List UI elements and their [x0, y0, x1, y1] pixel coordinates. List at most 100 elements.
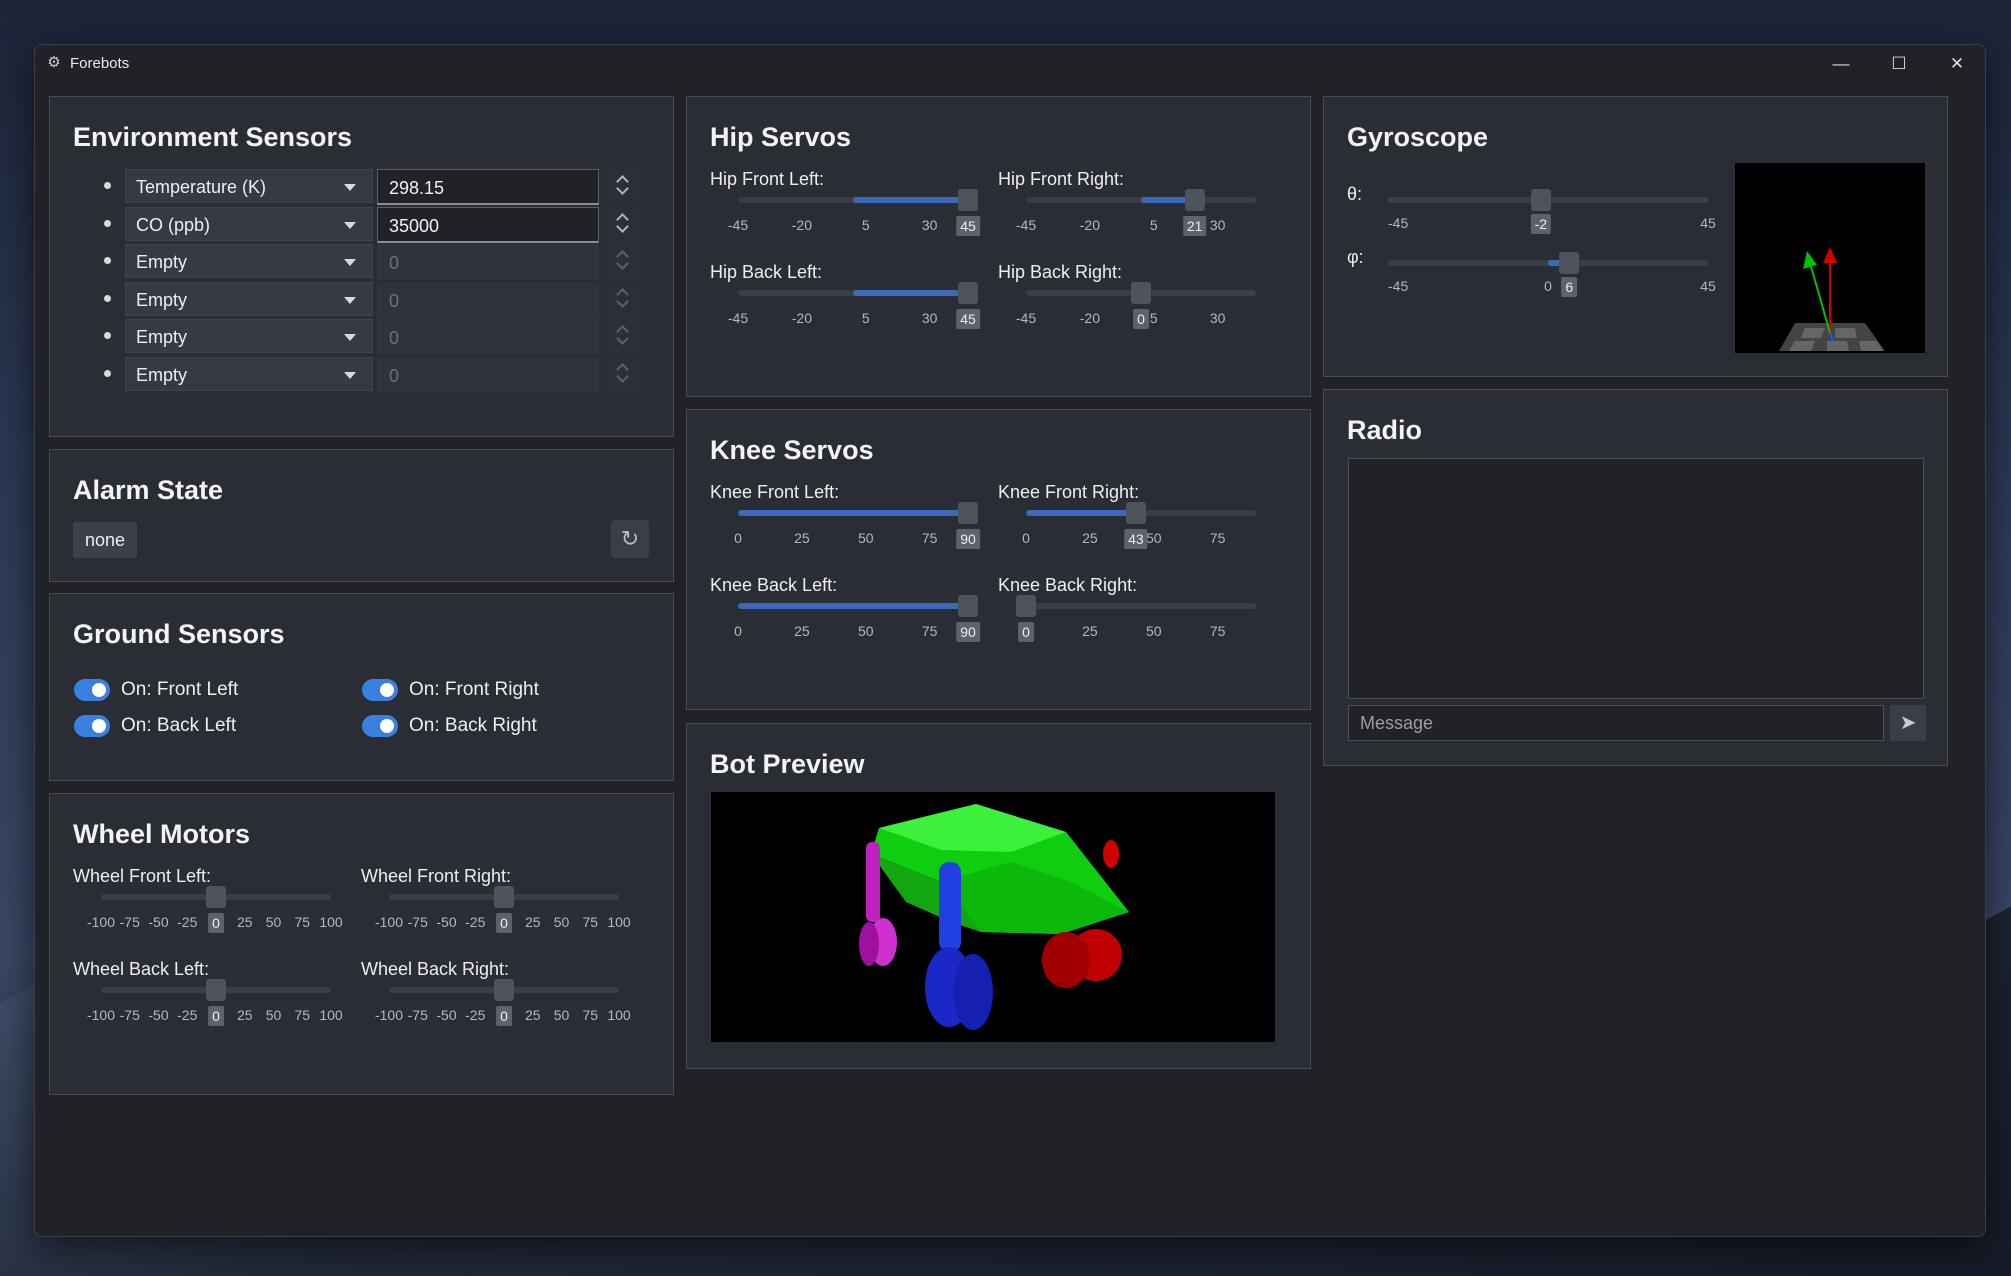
close-icon[interactable]: ✕: [1928, 45, 1985, 83]
tick-label: 75: [582, 914, 599, 930]
slider-track[interactable]: [738, 502, 978, 524]
tick-label: 0: [734, 623, 742, 639]
sensor-value-field[interactable]: 0: [377, 244, 599, 280]
toggle-switch[interactable]: [74, 715, 110, 737]
tick-label: -45: [727, 310, 749, 326]
gyro-slider-track[interactable]: [1388, 189, 1708, 211]
slider-track[interactable]: [101, 886, 331, 908]
maximize-icon[interactable]: ☐: [1870, 45, 1928, 83]
dropdown-caret-icon: [344, 221, 356, 229]
bullet-icon: [104, 257, 111, 264]
sensor-select-value: CO (ppb): [136, 214, 211, 235]
slider-label: Wheel Front Right:: [361, 866, 512, 886]
alarm-state-panel: Alarm State none ↻: [49, 449, 674, 582]
slider-handle[interactable]: [1016, 595, 1036, 617]
gyroscope-3d-view[interactable]: [1735, 163, 1925, 353]
value-spinner[interactable]: [605, 281, 641, 318]
reset-icon[interactable]: ↻: [611, 520, 649, 558]
slider-handle[interactable]: [206, 979, 226, 1001]
tick-label: 25: [236, 1007, 253, 1023]
slider-track[interactable]: [389, 886, 619, 908]
sensor-value-field[interactable]: 298.15: [377, 169, 599, 205]
slider-track[interactable]: [1026, 189, 1256, 211]
slider-label: Wheel Back Right:: [361, 959, 510, 979]
tick-label: 30: [1209, 217, 1226, 233]
tick-label: -25: [177, 914, 198, 930]
value-spinner[interactable]: [605, 244, 641, 280]
value-spinner[interactable]: [605, 356, 641, 393]
sensor-value-field[interactable]: 0: [377, 281, 599, 318]
slider-track[interactable]: [1026, 282, 1256, 304]
slider-ticks: -45 -20 5 30 0: [1016, 309, 1256, 330]
slider-track[interactable]: [738, 282, 978, 304]
send-icon[interactable]: ➤: [1890, 705, 1926, 741]
slider-label: Knee Back Right:: [998, 575, 1138, 595]
message-input[interactable]: [1348, 705, 1884, 741]
value-spinner[interactable]: [605, 169, 641, 205]
tick-label: -45: [727, 217, 749, 233]
sensor-value-field[interactable]: 35000: [377, 206, 599, 243]
tick-label: 100: [319, 1007, 343, 1023]
toggle-switch[interactable]: [362, 679, 398, 701]
tick-label: -50: [148, 914, 169, 930]
toggle-back-right[interactable]: On: Back Right: [362, 713, 642, 739]
sensor-select[interactable]: Empty: [125, 244, 373, 278]
slider-handle[interactable]: [958, 189, 978, 211]
tick-label: -25: [465, 914, 486, 930]
tick-label: 100: [319, 914, 343, 930]
radio-panel: Radio ➤: [1323, 389, 1948, 766]
slider-track[interactable]: [738, 595, 978, 617]
tick-label: -100: [374, 914, 404, 930]
slider-handle[interactable]: [1184, 189, 1205, 211]
slider-ticks: -45 -20 5 30 45: [728, 309, 980, 330]
slider-track[interactable]: [101, 979, 331, 1001]
slider-handle[interactable]: [206, 886, 226, 908]
slider-ticks: -45 -20 5 30 21: [1016, 216, 1256, 237]
tick-label: 25: [794, 623, 810, 639]
tick-label: 50: [265, 914, 282, 930]
sensor-value-field[interactable]: 0: [377, 356, 599, 393]
gyro-slider-track[interactable]: [1388, 252, 1708, 274]
tick-label: 30: [921, 217, 938, 233]
gyro-model: [1779, 247, 1885, 351]
slider-track[interactable]: [389, 979, 619, 1001]
toggle-front-left[interactable]: On: Front Left: [74, 677, 354, 703]
slider-handle[interactable]: [1559, 252, 1580, 274]
panel-title: Bot Preview: [710, 749, 865, 779]
sensor-select[interactable]: Empty: [125, 356, 373, 391]
slider-handle[interactable]: [958, 502, 978, 524]
slider-handle[interactable]: [494, 886, 514, 908]
slider-track[interactable]: [738, 189, 978, 211]
panel-title: Gyroscope: [1347, 122, 1489, 152]
value-spinner[interactable]: [605, 319, 641, 355]
toggle-back-left[interactable]: On: Back Left: [74, 713, 354, 739]
slider-handle[interactable]: [958, 282, 978, 304]
slider-track[interactable]: [1016, 595, 1256, 617]
gyroscope-panel: Gyroscope θ: -45 45 -2 φ: -45 45 0 6: [1323, 96, 1948, 377]
value-spinner[interactable]: [605, 206, 641, 243]
sensor-select[interactable]: Empty: [125, 319, 373, 353]
minimize-icon[interactable]: —: [1812, 45, 1870, 83]
tick-label: 25: [1082, 623, 1098, 639]
tick-label: -75: [119, 914, 140, 930]
slider-handle[interactable]: [1125, 502, 1146, 524]
bullet-icon: [104, 219, 111, 227]
tick-label: -25: [177, 1007, 198, 1023]
slider-handle[interactable]: [1530, 189, 1551, 211]
toggle-switch[interactable]: [362, 715, 398, 737]
slider-handle[interactable]: [1131, 282, 1151, 304]
sensor-select[interactable]: Empty: [125, 281, 373, 316]
panel-title: Wheel Motors: [73, 819, 251, 849]
radio-log[interactable]: [1348, 458, 1924, 699]
slider-handle[interactable]: [958, 595, 978, 617]
slider-track[interactable]: [1026, 502, 1256, 524]
bot-3d-preview[interactable]: [711, 792, 1275, 1042]
sensor-select[interactable]: CO (ppb): [125, 206, 373, 241]
toggle-switch[interactable]: [74, 679, 110, 701]
sensor-value-field[interactable]: 0: [377, 319, 599, 355]
toggle-label: On: Front Left: [121, 679, 239, 700]
slider-handle[interactable]: [494, 979, 514, 1001]
toggle-front-right[interactable]: On: Front Right: [362, 677, 642, 703]
sensor-select[interactable]: Temperature (K): [125, 169, 373, 203]
bullet-icon: [104, 332, 111, 339]
